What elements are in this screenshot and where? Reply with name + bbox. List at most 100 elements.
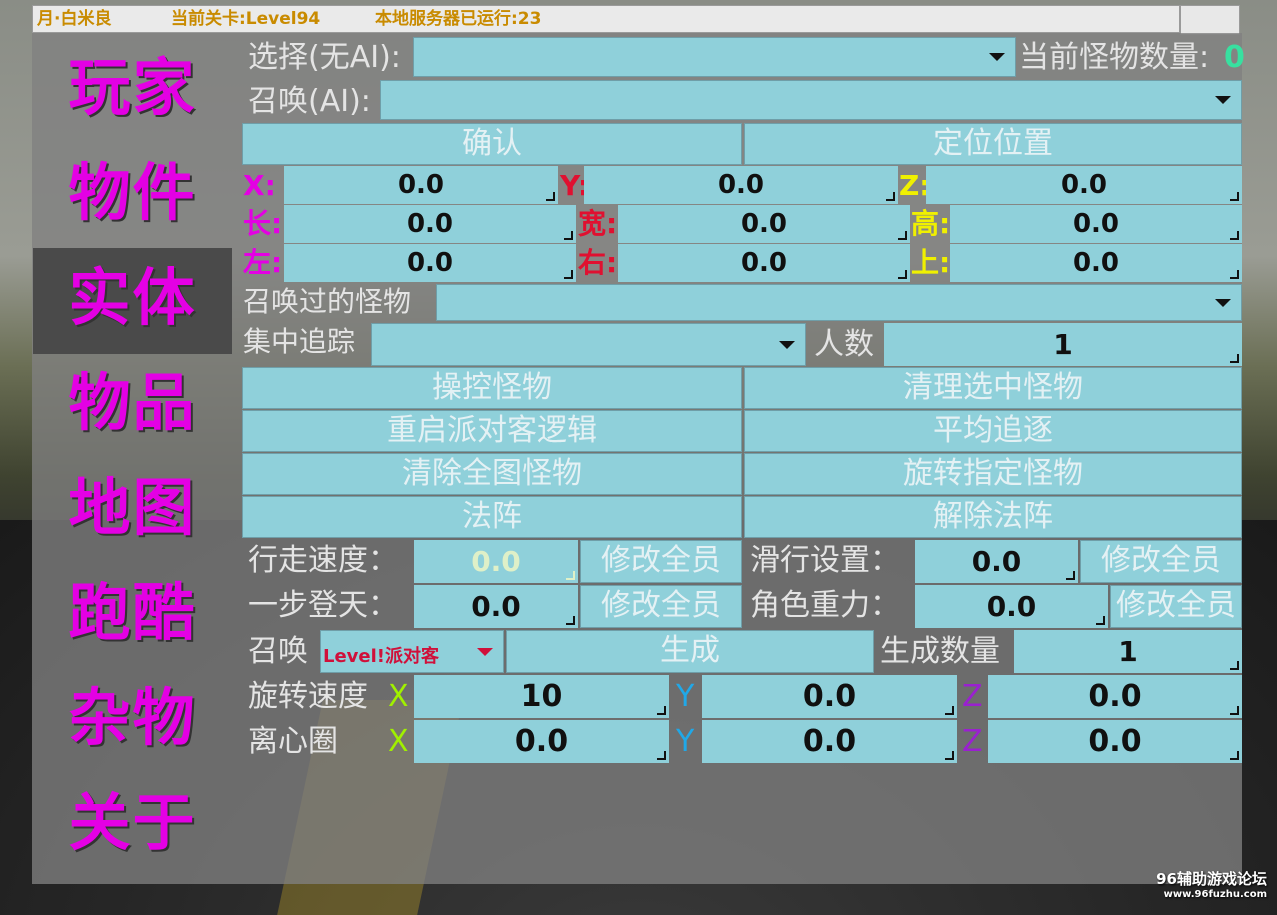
orb-x-label: X xyxy=(388,724,409,759)
watermark-url: www.96fuzhu.com xyxy=(1163,889,1267,900)
width-value: 0.0 xyxy=(740,209,788,239)
width-field[interactable]: 0.0 xyxy=(618,205,910,243)
people-value: 1 xyxy=(1053,328,1073,361)
confirm-button[interactable]: 确认 xyxy=(242,123,742,165)
even-chase-button[interactable]: 平均追逐 xyxy=(744,410,1242,452)
orb-z-label: Z xyxy=(962,724,983,759)
player-name: 月·白米良 xyxy=(37,9,112,29)
sidebar-item-player[interactable]: 玩家 xyxy=(33,38,232,144)
rot-y-value: 0.0 xyxy=(802,679,857,714)
height-value: 0.0 xyxy=(1072,209,1120,239)
generate-button[interactable]: 生成 xyxy=(506,630,874,673)
right-value: 0.0 xyxy=(740,248,788,278)
left-label: 左: xyxy=(243,246,283,279)
chevron-down-icon xyxy=(989,53,1005,61)
rot-z-field[interactable]: 0.0 xyxy=(988,675,1242,718)
length-field[interactable]: 0.0 xyxy=(284,205,576,243)
left-value: 0.0 xyxy=(406,248,454,278)
y-field[interactable]: 0.0 xyxy=(584,166,898,204)
people-field[interactable]: 1 xyxy=(884,323,1242,366)
select-label: 选择(无AI): xyxy=(248,40,401,75)
chevron-down-icon xyxy=(1215,96,1231,104)
watermark: 96辅助游戏论坛 www.96fuzhu.com xyxy=(1156,868,1267,900)
x-value: 0.0 xyxy=(397,170,445,200)
rotate-selected-button[interactable]: 旋转指定怪物 xyxy=(744,453,1242,495)
slide-field[interactable]: 0.0 xyxy=(915,540,1078,583)
z-value: 0.0 xyxy=(1060,170,1108,200)
gravity-label: 角色重力： xyxy=(750,588,900,623)
orb-y-value: 0.0 xyxy=(802,724,857,759)
right-field[interactable]: 0.0 xyxy=(618,244,910,282)
height-field[interactable]: 0.0 xyxy=(950,205,1242,243)
remove-array-button[interactable]: 解除法阵 xyxy=(744,496,1242,538)
orb-x-value: 0.0 xyxy=(514,724,569,759)
orb-z-field[interactable]: 0.0 xyxy=(988,720,1242,763)
walk-speed-field[interactable]: 0.0 xyxy=(414,540,578,583)
gen-count-value: 1 xyxy=(1118,635,1138,668)
walk-speed-label: 行走速度： xyxy=(248,543,398,578)
gravity-value: 0.0 xyxy=(986,590,1037,623)
sidebar-item-parkour[interactable]: 跑酷 xyxy=(33,563,232,669)
up-label: 上: xyxy=(911,246,951,279)
summon-dropdown[interactable] xyxy=(380,80,1242,120)
summon2-dropdown[interactable]: Level!派对客 xyxy=(320,630,504,673)
step-field[interactable]: 0.0 xyxy=(414,585,578,628)
focus-dropdown[interactable] xyxy=(371,323,806,366)
slide-value: 0.0 xyxy=(971,545,1022,578)
chevron-down-icon xyxy=(1215,298,1231,307)
up-field[interactable]: 0.0 xyxy=(950,244,1242,282)
locate-button[interactable]: 定位位置 xyxy=(744,123,1242,165)
orb-y-label: Y xyxy=(676,724,695,759)
select-dropdown[interactable] xyxy=(413,37,1016,77)
window-button[interactable] xyxy=(1180,5,1240,35)
sidebar-item-map[interactable]: 地图 xyxy=(33,458,232,564)
summoned-label: 召唤过的怪物 xyxy=(243,285,412,318)
chevron-down-icon xyxy=(779,340,795,349)
modify-all-step-button[interactable]: 修改全员 xyxy=(580,585,742,628)
rot-x-field[interactable]: 10 xyxy=(414,675,669,718)
gravity-field[interactable]: 0.0 xyxy=(915,585,1108,628)
walk-speed-value: 0.0 xyxy=(471,545,521,578)
right-label: 右: xyxy=(578,246,618,279)
orb-y-field[interactable]: 0.0 xyxy=(702,720,957,763)
rot-y-field[interactable]: 0.0 xyxy=(702,675,957,718)
summon2-label: 召唤 xyxy=(248,634,308,669)
orbit-label: 离心圈 xyxy=(248,724,338,759)
people-label: 人数 xyxy=(814,327,874,362)
y-value: 0.0 xyxy=(717,170,765,200)
rot-z-value: 0.0 xyxy=(1088,679,1142,714)
focus-label: 集中追踪 xyxy=(243,325,356,358)
length-value: 0.0 xyxy=(406,209,454,239)
z-field[interactable]: 0.0 xyxy=(926,166,1242,204)
sidebar-item-entity[interactable]: 实体 xyxy=(33,248,232,354)
orb-z-value: 0.0 xyxy=(1088,724,1142,759)
summon-label: 召唤(AI): xyxy=(248,84,371,119)
modify-all-walk-button[interactable]: 修改全员 xyxy=(580,540,742,583)
rot-z-label: Z xyxy=(962,679,983,714)
clear-selected-button[interactable]: 清理选中怪物 xyxy=(744,367,1242,409)
modify-all-gravity-button[interactable]: 修改全员 xyxy=(1110,585,1242,628)
title-bar: 月·白米良 当前关卡:Level94 本地服务器已运行:23 xyxy=(32,5,1180,33)
sidebar-item-misc[interactable]: 杂物 xyxy=(33,668,232,774)
clear-all-button[interactable]: 清除全图怪物 xyxy=(242,453,742,495)
step-value: 0.0 xyxy=(471,590,521,623)
orb-x-field[interactable]: 0.0 xyxy=(414,720,669,763)
gen-count-field[interactable]: 1 xyxy=(1014,630,1242,673)
sidebar-item-items[interactable]: 物品 xyxy=(33,353,232,459)
x-label: X: xyxy=(243,169,276,202)
modify-all-slide-button[interactable]: 修改全员 xyxy=(1080,540,1242,583)
array-button[interactable]: 法阵 xyxy=(242,496,742,538)
x-field[interactable]: 0.0 xyxy=(284,166,558,204)
gen-count-label: 生成数量 xyxy=(880,634,1000,669)
rot-x-value: 10 xyxy=(520,679,563,714)
restart-logic-button[interactable]: 重启派对客逻辑 xyxy=(242,410,742,452)
control-monster-button[interactable]: 操控怪物 xyxy=(242,367,742,409)
rotation-label: 旋转速度 xyxy=(248,679,368,714)
monster-count-value: 0 xyxy=(1224,40,1245,75)
summoned-dropdown[interactable] xyxy=(436,284,1242,321)
left-field[interactable]: 0.0 xyxy=(284,244,576,282)
step-label: 一步登天： xyxy=(248,588,398,623)
chevron-down-icon xyxy=(477,647,493,656)
sidebar-item-about[interactable]: 关于 xyxy=(33,773,232,879)
sidebar-item-object[interactable]: 物件 xyxy=(33,143,232,249)
